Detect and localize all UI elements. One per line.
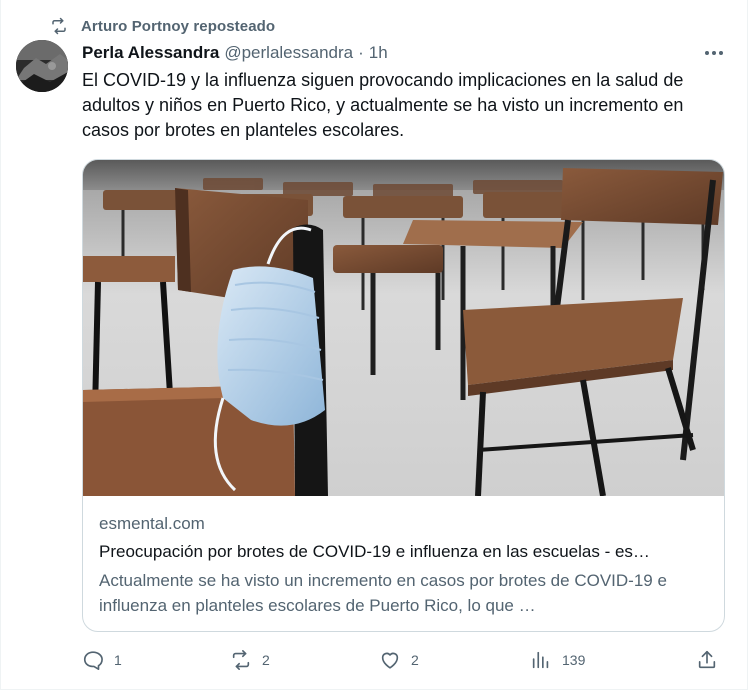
more-options-icon[interactable] xyxy=(701,42,727,64)
repost-button[interactable]: 2 xyxy=(230,648,270,672)
author-name[interactable]: Perla Alessandra xyxy=(82,43,219,63)
card-image[interactable] xyxy=(83,160,724,496)
heart-icon xyxy=(379,649,401,671)
reply-count: 1 xyxy=(114,652,122,668)
share-button[interactable] xyxy=(696,648,718,672)
card-title[interactable]: Preocupación por brotes de COVID-19 e in… xyxy=(99,542,714,562)
post-header: Perla Alessandra @perlalessandra · 1h xyxy=(82,42,727,64)
post-text: El COVID-19 y la influenza siguen provoc… xyxy=(82,70,684,140)
post-time[interactable]: 1h xyxy=(369,43,388,63)
author-handle[interactable]: @perlalessandra xyxy=(224,43,353,63)
repost-label[interactable]: Arturo Portnoy reposteado xyxy=(81,18,275,35)
like-count: 2 xyxy=(411,652,419,668)
post-container[interactable]: Arturo Portnoy reposteado Perla Alessand… xyxy=(0,0,748,690)
reply-icon xyxy=(82,649,104,671)
card-description[interactable]: Actualmente se ha visto un incremento en… xyxy=(99,568,714,618)
share-icon xyxy=(696,649,718,671)
action-bar: 1 2 2 139 xyxy=(82,648,727,672)
like-button[interactable]: 2 xyxy=(379,648,419,672)
link-preview-card[interactable]: esmental.com Preocupación por brotes de … xyxy=(82,159,725,632)
repost-count: 2 xyxy=(262,652,270,668)
views-button[interactable]: 139 xyxy=(530,648,585,672)
reply-button[interactable]: 1 xyxy=(82,648,122,672)
repost-icon xyxy=(230,649,252,671)
separator-dot: · xyxy=(358,43,364,62)
views-count: 139 xyxy=(562,652,586,668)
repost-icon xyxy=(49,16,69,36)
views-icon xyxy=(530,649,552,671)
repost-indicator[interactable]: Arturo Portnoy reposteado xyxy=(49,14,275,38)
card-domain[interactable]: esmental.com xyxy=(99,514,205,534)
avatar[interactable] xyxy=(16,40,68,92)
